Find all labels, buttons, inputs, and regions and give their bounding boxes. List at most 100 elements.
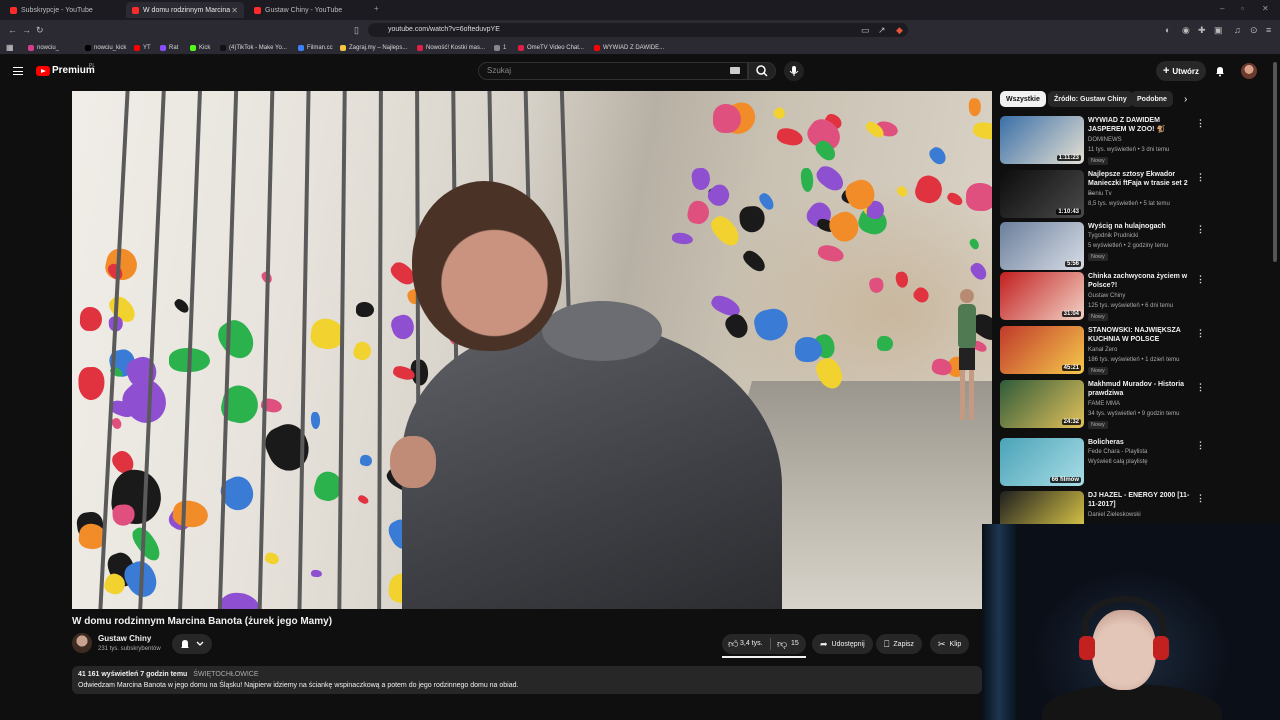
more-options-icon[interactable]: ⋮ bbox=[1196, 493, 1205, 504]
recommendation-channel[interactable]: DOMINEWS bbox=[1088, 137, 1122, 143]
extension-icon[interactable]: ◐ bbox=[1165, 20, 1170, 40]
browser-tab-gustaw-chiny[interactable]: Gustaw Chiny - YouTube bbox=[248, 2, 368, 18]
bookmark-item[interactable]: (4)TikTok - Make Yo... bbox=[220, 42, 287, 53]
more-options-icon[interactable]: ⋮ bbox=[1196, 328, 1205, 339]
video-player[interactable] bbox=[72, 91, 992, 609]
more-options-icon[interactable]: ⋮ bbox=[1196, 224, 1205, 235]
reload-icon[interactable]: ↻ bbox=[36, 20, 44, 40]
more-options-icon[interactable]: ⋮ bbox=[1196, 172, 1205, 183]
channel-name[interactable]: Gustaw Chiny bbox=[98, 634, 151, 643]
recommendation-channel[interactable]: Fede Chara - Playlista bbox=[1088, 449, 1147, 455]
bookmark-item[interactable]: Zagraj.my – Najleps... bbox=[340, 42, 407, 53]
notifications-bell-icon[interactable] bbox=[1214, 65, 1226, 77]
recommendation-title[interactable]: Makhmud Muradov - Historia prawdziwa bbox=[1088, 380, 1192, 398]
dislike-icon[interactable]: 👎︎ bbox=[777, 638, 787, 650]
chips-next-chevron-icon[interactable]: › bbox=[1184, 94, 1187, 105]
recommendation-channel[interactable]: Tygodnik Prudnicki bbox=[1088, 233, 1138, 239]
close-window-icon[interactable]: ✕ bbox=[1262, 4, 1269, 13]
recommendation-thumbnail[interactable]: 1:10:43 bbox=[1000, 170, 1084, 218]
recommendation-title[interactable]: STANOWSKI: NAJWIĘKSZA KUCHNIA W POLSCE bbox=[1088, 326, 1192, 344]
recommendation-thumbnail[interactable]: 45:21 bbox=[1000, 326, 1084, 374]
recommendation-item[interactable]: 5:56 Wyścig na hulajnogach Tygodnik Prudni… bbox=[1000, 222, 1210, 272]
extensions-puzzle-icon[interactable]: ✚ bbox=[1198, 20, 1206, 40]
clip-button[interactable]: ✂ Klip bbox=[930, 634, 970, 654]
back-icon[interactable]: ← bbox=[8, 20, 17, 40]
keyboard-icon[interactable] bbox=[730, 67, 740, 74]
bookmark-item[interactable]: WYWIAD Z DAWIDE... bbox=[594, 42, 664, 53]
recommendation-channel[interactable]: Kanał Zero bbox=[1088, 347, 1117, 353]
bookmark-item[interactable]: OmeTV Video Chat... bbox=[518, 42, 584, 53]
new-tab-icon[interactable]: + bbox=[374, 4, 379, 13]
screenshot-icon[interactable]: ▭ bbox=[861, 20, 870, 40]
bookmark-item[interactable]: nowciu_ bbox=[28, 42, 59, 53]
share-button[interactable]: ➦ Udostępnij bbox=[812, 634, 873, 654]
url-field[interactable]: youtube.com/watch?v=6ofteduvpYE bbox=[368, 23, 908, 37]
bookmark-item[interactable]: YT bbox=[134, 42, 151, 53]
recommendation-item[interactable]: 66 filmów Bolicheras Fede Chara - Playlist… bbox=[1000, 438, 1210, 488]
recommendation-title[interactable]: Wyścig na hulajnogach bbox=[1088, 222, 1192, 231]
more-options-icon[interactable]: ⋮ bbox=[1196, 118, 1205, 129]
maximize-window-icon[interactable]: ▫ bbox=[1241, 4, 1244, 13]
save-button[interactable]: ⎕ Zapisz bbox=[876, 634, 923, 654]
recommendation-thumbnail[interactable]: 31:04 bbox=[1000, 272, 1084, 320]
extension-icon[interactable]: ◉ bbox=[1182, 20, 1190, 40]
recommendation-thumbnail[interactable]: 66 filmów bbox=[1000, 438, 1084, 486]
recommendation-thumbnail[interactable]: 5:56 bbox=[1000, 222, 1084, 270]
recommendation-title[interactable]: DJ HAZEL - ENERGY 2000 [11-11-2017] bbox=[1088, 491, 1192, 509]
bookmark-item[interactable]: Rat bbox=[160, 42, 178, 53]
subscription-bell-button[interactable] bbox=[172, 634, 212, 654]
bookmark-item[interactable]: Kick bbox=[190, 42, 210, 53]
bookmark-item[interactable]: nowciu_kick bbox=[85, 42, 126, 53]
channel-avatar[interactable] bbox=[72, 633, 92, 653]
more-options-icon[interactable]: ⋮ bbox=[1196, 440, 1205, 451]
recommendation-thumbnail[interactable]: 24:32 bbox=[1000, 380, 1084, 428]
recommendation-item[interactable]: 1:11:23 WYWIAD Z DAWIDEM JASPEREM W ZOO! … bbox=[1000, 116, 1210, 166]
brave-shield-icon[interactable]: ◆ bbox=[896, 20, 903, 40]
chip-all[interactable]: Wszystkie bbox=[1000, 91, 1046, 107]
menu-hamburger-icon[interactable] bbox=[13, 67, 23, 75]
apps-grid-icon[interactable]: ▦ bbox=[6, 42, 14, 53]
recommendation-thumbnail[interactable]: 1:11:23 bbox=[1000, 116, 1084, 164]
chip-from-channel[interactable]: Źródło: Gustaw Chiny bbox=[1048, 91, 1133, 107]
user-avatar[interactable] bbox=[1241, 63, 1257, 79]
search-input[interactable]: Szukaj bbox=[478, 62, 748, 80]
recommendation-channel[interactable]: Daniel Zieleskowski bbox=[1088, 512, 1141, 518]
browser-tab-current-video[interactable]: W domu rodzinnym Marcina ✕ bbox=[126, 2, 244, 18]
bookmark-item[interactable]: Nowość! Kostki mas... bbox=[417, 42, 485, 53]
youtube-logo-icon[interactable] bbox=[36, 66, 50, 76]
close-tab-icon[interactable]: ✕ bbox=[231, 6, 238, 15]
recommendation-item[interactable]: 31:04 Chinka zachwycona życiem w Polsce?!… bbox=[1000, 272, 1210, 322]
recommendation-title[interactable]: Bolicheras bbox=[1088, 438, 1192, 447]
vpn-icon[interactable]: ⊙ bbox=[1250, 20, 1258, 40]
search-button[interactable] bbox=[748, 62, 776, 80]
voice-search-button[interactable] bbox=[784, 61, 804, 81]
recommendation-title[interactable]: WYWIAD Z DAWIDEM JASPEREM W ZOO! 🐒 bbox=[1088, 116, 1192, 134]
recommendation-item[interactable]: 24:32 Makhmud Muradov - Historia prawdziw… bbox=[1000, 380, 1210, 430]
more-options-icon[interactable]: ⋮ bbox=[1196, 274, 1205, 285]
page-scrollbar[interactable] bbox=[1273, 62, 1277, 262]
location-tag[interactable]: ŚWIĘTOCHŁOWICE bbox=[193, 671, 258, 678]
description-box[interactable]: 41 161 wyświetleń 7 godzin temu ŚWIĘTOCH… bbox=[72, 666, 982, 694]
recommendation-channel[interactable]: Gustaw Chiny bbox=[1088, 293, 1125, 299]
create-button[interactable]: + Utwórz bbox=[1156, 61, 1206, 81]
share-page-icon[interactable]: ↗ bbox=[878, 20, 886, 40]
bookmark-icon[interactable]: ▯ bbox=[354, 20, 359, 40]
browser-tab-subskrypcje[interactable]: Subskrypcje - YouTube bbox=[4, 2, 124, 18]
recommendation-channel[interactable]: FAME MMA bbox=[1088, 401, 1120, 407]
chip-related[interactable]: Podobne bbox=[1131, 91, 1173, 107]
more-options-icon[interactable]: ⋮ bbox=[1196, 382, 1205, 393]
minimize-window-icon[interactable]: – bbox=[1220, 4, 1224, 13]
bookmark-item[interactable]: 1 bbox=[494, 42, 506, 53]
recommendation-channel[interactable]: Beniu Tv bbox=[1088, 191, 1112, 197]
bookmark-item[interactable]: Filman.cc bbox=[298, 42, 333, 53]
like-count[interactable]: 3,4 tys. bbox=[740, 640, 763, 647]
wallet-icon[interactable]: ▣ bbox=[1214, 20, 1223, 40]
recommendation-item[interactable]: 45:21 STANOWSKI: NAJWIĘKSZA KUCHNIA W POL… bbox=[1000, 326, 1210, 376]
music-icon[interactable]: ♫ bbox=[1234, 20, 1241, 40]
dislike-count[interactable]: 15 bbox=[791, 640, 799, 647]
like-icon[interactable]: 👍︎ bbox=[728, 638, 738, 650]
recommendation-item[interactable]: 1:10:43 Najlepsze sztosy Ekwador Manieczk… bbox=[1000, 170, 1210, 220]
forward-icon[interactable]: → bbox=[22, 20, 31, 40]
recommendation-title[interactable]: Chinka zachwycona życiem w Polsce?! bbox=[1088, 272, 1192, 290]
menu-icon[interactable]: ≡ bbox=[1266, 20, 1271, 40]
